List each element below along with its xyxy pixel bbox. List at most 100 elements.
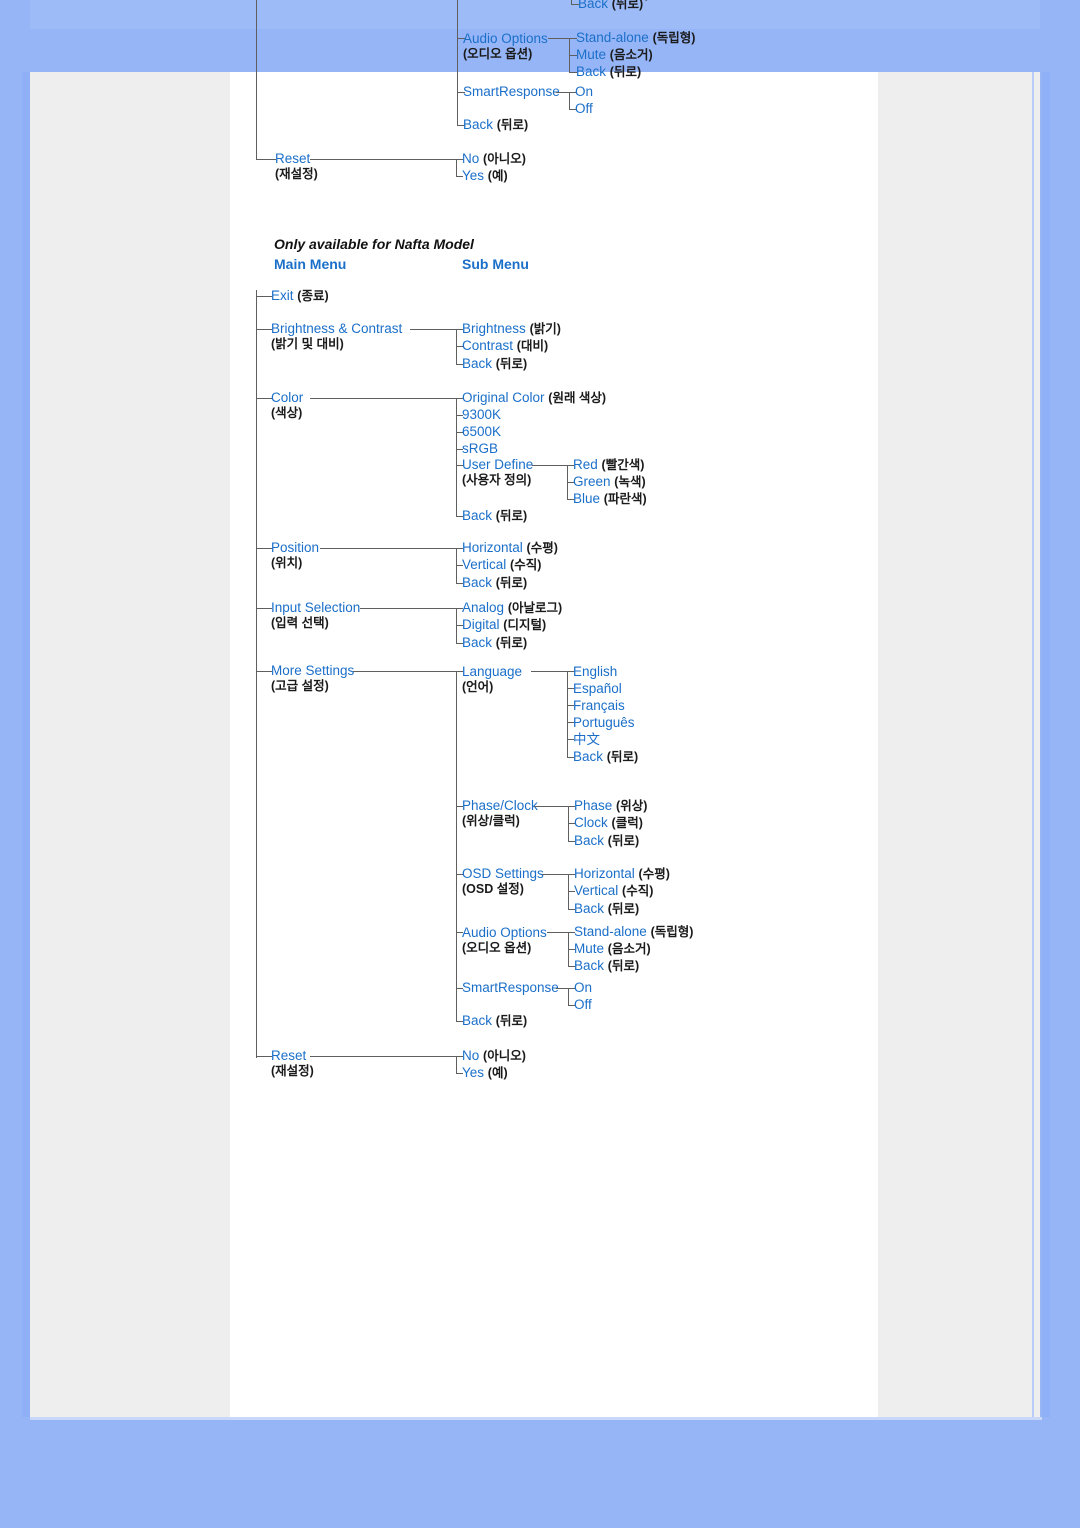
node-label-en: 9300K <box>462 407 502 422</box>
node-label-en: No <box>462 151 480 166</box>
node-clock: Clock (클럭) <box>574 815 643 831</box>
node-label-en: Português <box>573 715 635 730</box>
node-position-back: Back (뒤로) <box>462 575 527 591</box>
node-label-kr: (색상) <box>271 406 303 420</box>
node-position-horizontal: Horizontal (수평) <box>462 540 558 556</box>
node-label-kr: (입력 선택) <box>271 616 329 630</box>
node-label-en: Back <box>574 901 605 916</box>
stub-position <box>256 548 272 550</box>
node-srgb: sRGB <box>462 441 498 456</box>
node-label-en: Color <box>271 390 304 405</box>
node-label-en: 6500K <box>462 424 502 439</box>
node-label-en: Stand-alone <box>574 924 647 939</box>
connector-brightness-contrast <box>410 329 457 331</box>
node-label-kr: (뒤로) <box>611 0 644 11</box>
node-label-en: On <box>575 84 594 99</box>
node-label-en: Red <box>573 457 598 472</box>
node-espanol: Español <box>573 681 622 696</box>
node-label-kr: (뒤로) <box>495 576 528 590</box>
node-label-kr: (파란색) <box>603 492 647 506</box>
node-back-top: Back (뒤로) <box>463 117 528 133</box>
node-label-en: Yes <box>462 1065 485 1080</box>
node-label-kr: (예) <box>487 169 508 183</box>
node-label-en: Digital <box>462 617 500 632</box>
node-stand-alone-top: Stand-alone (독립형) <box>576 30 695 46</box>
connector-position <box>320 548 457 550</box>
node-label-en: Back <box>576 64 607 79</box>
branch-line-more-settings <box>456 671 458 1021</box>
node-label-en: Back <box>573 749 604 764</box>
node-label-en: Horizontal <box>462 540 523 555</box>
node-label-en: Blue <box>573 491 601 506</box>
node-label-kr: (뒤로) <box>607 902 640 916</box>
node-label-en: No <box>462 1048 480 1063</box>
stub-reset-top <box>256 159 276 161</box>
connector-color <box>310 398 457 400</box>
stub-more-settings <box>256 671 272 673</box>
node-label-kr: (위상) <box>616 799 648 813</box>
node-label-kr: (아니오) <box>483 152 526 166</box>
node-label-en: Off <box>574 997 592 1012</box>
column-header-sub-menu: Sub Menu <box>462 256 529 272</box>
node-osd-horizontal: Horizontal (수평) <box>574 866 670 882</box>
node-label-kr: (오디오 옵션) <box>463 47 533 61</box>
node-label-en: sRGB <box>462 441 499 456</box>
node-phase-clock-back: Back (뒤로) <box>574 833 639 849</box>
node-label-en: Off <box>575 101 593 116</box>
node-label-en: Brightness <box>462 321 526 336</box>
node-original-color: Original Color (원래 색상) <box>462 390 606 406</box>
node-more-settings-back: Back (뒤로) <box>462 1013 527 1029</box>
node-label-kr: (종료) <box>297 289 329 303</box>
node-label-kr: (고급 설정) <box>271 679 329 693</box>
node-osd-settings: OSD Settings (OSD 설정) <box>462 866 544 897</box>
connector-user-define <box>532 465 568 467</box>
node-on: On <box>574 980 592 995</box>
node-label-en: Back <box>463 117 494 132</box>
node-label-en: Audio Options <box>462 925 547 940</box>
node-label-kr: (음소거) <box>609 48 653 62</box>
node-chinese: 中文 <box>573 732 600 747</box>
node-stand-alone: Stand-alone (독립형) <box>574 924 693 940</box>
branch-line-language <box>567 671 569 757</box>
node-label-kr: (아니오) <box>483 1049 526 1063</box>
node-label-en: Back <box>462 356 493 371</box>
node-label-kr: (수평) <box>638 867 670 881</box>
node-label-en: Language <box>462 664 523 679</box>
node-9300k: 9300K <box>462 407 501 422</box>
node-label-en: Mute <box>576 47 607 62</box>
nafta-note: Only available for Nafta Model <box>274 236 474 252</box>
node-language-back: Back (뒤로) <box>573 749 638 765</box>
stub-reset <box>256 1056 272 1058</box>
node-smartresponse: SmartResponse <box>462 980 559 995</box>
node-label-kr: (뒤로) <box>607 959 640 973</box>
stub-brightness-contrast <box>256 329 272 331</box>
node-input-back: Back (뒤로) <box>462 635 527 651</box>
node-label-en: SmartResponse <box>462 980 559 995</box>
node-label-en: Vertical <box>462 557 507 572</box>
node-label-en: Back <box>462 1013 493 1028</box>
node-label-en: Back <box>462 575 493 590</box>
branch-line-reset-top <box>456 159 458 176</box>
node-label-kr: (위상/클럭) <box>462 814 520 828</box>
node-color: Color (색상) <box>271 390 303 421</box>
node-position: Position (위치) <box>271 540 319 571</box>
node-label-kr: (뒤로) <box>606 750 639 764</box>
node-input-selection: Input Selection (입력 선택) <box>271 600 360 631</box>
node-yes: Yes (예) <box>462 1065 508 1081</box>
node-label-kr: (대비) <box>516 339 549 353</box>
node-back-audio-top: Back (뒤로) <box>576 64 641 80</box>
node-smartresponse-top: SmartResponse <box>463 84 560 99</box>
node-label-kr: (뒤로) <box>495 509 528 523</box>
node-contrast: Contrast (대비) <box>462 338 548 354</box>
node-label-en: Español <box>573 681 622 696</box>
node-analog: Analog (아날로그) <box>462 600 562 616</box>
node-label-kr: (뒤로) <box>496 118 529 132</box>
node-label-kr: (예) <box>487 1066 508 1080</box>
node-label-en: Original Color <box>462 390 545 405</box>
node-label-en: 中文 <box>573 732 600 747</box>
node-exit: Exit (종료) <box>271 288 329 304</box>
node-label-en: Brightness & Contrast <box>271 321 403 336</box>
node-yes-top: Yes (예) <box>462 168 508 184</box>
node-audio-back: Back (뒤로) <box>574 958 639 974</box>
node-label-kr: (음소거) <box>607 942 651 956</box>
